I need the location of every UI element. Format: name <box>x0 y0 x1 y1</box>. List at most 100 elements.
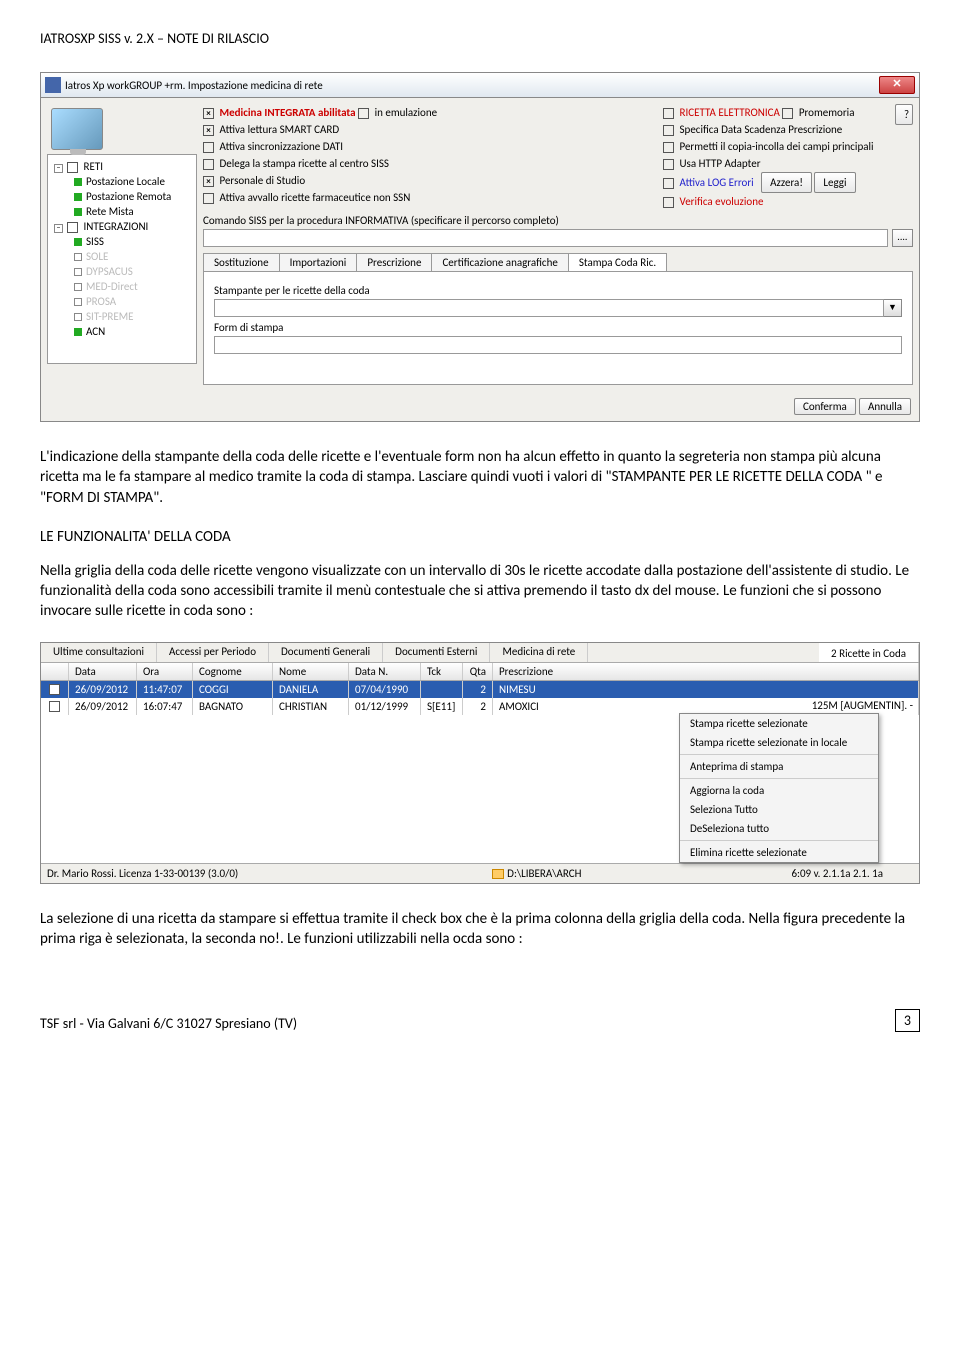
gtab-coda[interactable]: 2 Ricette in Coda <box>819 643 919 662</box>
gtab-docest[interactable]: Documenti Esterni <box>383 643 490 662</box>
cm-stampa-sel[interactable]: Stampa ricette selezionate <box>680 714 878 733</box>
cell: 2 <box>463 681 493 698</box>
col-qta: Qta <box>463 663 493 680</box>
cell: S[E11] <box>421 698 463 715</box>
cell: 26/09/2012 <box>69 698 137 715</box>
tab-importazioni[interactable]: Importazioni <box>279 253 358 271</box>
heading-funzionalita: LE FUNZIONALITA' DELLA CODA <box>40 528 920 546</box>
cmd-input[interactable] <box>203 229 888 247</box>
checkbox-icon[interactable] <box>663 197 674 208</box>
chevron-down-icon[interactable]: ▼ <box>884 299 902 317</box>
checkbox-icon[interactable] <box>203 108 214 119</box>
tree-item[interactable]: SISS <box>86 235 104 248</box>
col-nome: Nome <box>273 663 349 680</box>
opt-copiaincolla: Permetti il copia-incolla dei campi prin… <box>680 140 874 153</box>
checkbox-icon[interactable] <box>663 178 674 189</box>
col-data: Data <box>69 663 137 680</box>
cell: 01/12/1999 <box>349 698 421 715</box>
tree-item[interactable]: DYPSACUS <box>86 265 133 278</box>
cell: 16:07:47 <box>137 698 193 715</box>
tree-item[interactable]: Postazione Remota <box>86 190 171 203</box>
tree-integrazioni[interactable]: INTEGRAZIONI <box>84 220 149 233</box>
checkbox-icon[interactable] <box>663 159 674 170</box>
leggi-button[interactable]: Leggi <box>814 172 855 193</box>
cell: NIMESU <box>493 681 919 698</box>
help-button[interactable]: ? <box>895 104 913 125</box>
opt-personale: Personale di Studio <box>220 174 306 187</box>
tree-item[interactable]: Postazione Locale <box>86 175 165 188</box>
checkbox-icon[interactable] <box>203 142 214 153</box>
tree-item[interactable]: Rete Mista <box>86 205 134 218</box>
opt-delega: Delega la stampa ricette al centro SISS <box>220 157 389 170</box>
form-input[interactable] <box>214 336 902 354</box>
opt-avvallo: Attiva avvallo ricette farmaceutice non … <box>220 191 411 204</box>
opt-log: Attiva LOG Errori <box>680 176 754 189</box>
row-checkbox[interactable] <box>49 701 60 712</box>
table-row[interactable]: 26/09/2012 11:47:07 COGGI DANIELA 07/04/… <box>41 681 919 698</box>
tree-item[interactable]: MED-Direct <box>86 280 138 293</box>
cell: 2 <box>463 698 493 715</box>
checkbox-icon[interactable] <box>663 142 674 153</box>
cell: BAGNATO <box>193 698 273 715</box>
cm-elimina[interactable]: Elimina ricette selezionate <box>680 843 878 862</box>
cell: DANIELA <box>273 681 349 698</box>
annulla-button[interactable]: Annulla <box>859 398 911 415</box>
opt-verifica: Verifica evoluzione <box>680 195 764 208</box>
monitor-icon <box>51 108 103 150</box>
settings-dialog: Iatros Xp workGROUP +rm. Impostazione me… <box>40 72 920 422</box>
tree-item[interactable]: SOLE <box>86 250 108 263</box>
row-checkbox[interactable] <box>49 684 60 695</box>
cell: CHRISTIAN <box>273 698 349 715</box>
checkbox-icon[interactable] <box>203 193 214 204</box>
folder-icon <box>492 869 504 879</box>
cell: AMOXICI <box>499 700 539 713</box>
tree-item[interactable]: PROSA <box>86 295 116 308</box>
checkbox-icon[interactable] <box>67 222 78 233</box>
cell-tail: 125M [AUGMENTIN]. - <box>812 699 913 712</box>
tree-item[interactable]: SIT-PREME <box>86 310 134 323</box>
close-icon[interactable]: ✕ <box>879 76 915 94</box>
footer-text: TSF srl - Via Galvani 6/C 31027 Spresian… <box>40 1015 297 1032</box>
azzera-button[interactable]: Azzera! <box>761 172 812 193</box>
gtab-docgen[interactable]: Documenti Generali <box>269 643 383 662</box>
gtab-accessi[interactable]: Accessi per Periodo <box>157 643 269 662</box>
paragraph-2: Nella griglia della coda delle ricette v… <box>40 561 920 622</box>
checkbox-icon[interactable] <box>203 176 214 187</box>
checkbox-icon[interactable] <box>358 108 369 119</box>
cm-seltutto[interactable]: Seleziona Tutto <box>680 800 878 819</box>
settings-tabs: Sostituzione Importazioni Prescrizione C… <box>203 253 913 271</box>
queue-grid-area: Ultime consultazioni Accessi per Periodo… <box>40 642 920 884</box>
tab-sostituzione[interactable]: Sostituzione <box>203 253 280 271</box>
col-prescrizione: Prescrizione <box>493 663 919 680</box>
checkbox-icon[interactable] <box>203 159 214 170</box>
cm-deseltutto[interactable]: DeSeleziona tutto <box>680 819 878 838</box>
tab-stampa-coda[interactable]: Stampa Coda Ric. <box>568 253 667 271</box>
checkbox-icon[interactable] <box>663 125 674 136</box>
checkbox-icon[interactable] <box>67 162 78 173</box>
checkbox-icon[interactable] <box>203 125 214 136</box>
opt-http: Usa HTTP Adapter <box>680 157 761 170</box>
conferma-button[interactable]: Conferma <box>794 398 856 415</box>
checkbox-icon[interactable] <box>782 108 793 119</box>
cell: 07/04/1990 <box>349 681 421 698</box>
opt-sync: Attiva sincronizzazione DATI <box>220 140 344 153</box>
cmd-label: Comando SISS per la procedura INFORMATIV… <box>203 214 913 227</box>
gtab-medrete[interactable]: Medicina di rete <box>490 643 588 662</box>
cm-aggiorna[interactable]: Aggiorna la coda <box>680 781 878 800</box>
tree-item[interactable]: ACN <box>86 325 105 338</box>
tab-certificazione[interactable]: Certificazione anagrafiche <box>431 253 568 271</box>
cell <box>421 681 463 698</box>
gtab-ultime[interactable]: Ultime consultazioni <box>41 643 157 662</box>
titlebar: Iatros Xp workGROUP +rm. Impostazione me… <box>41 73 919 98</box>
page-header: IATROSXP SISS v. 2.X – NOTE DI RILASCIO <box>40 30 920 47</box>
app-icon <box>45 77 61 93</box>
cm-anteprima[interactable]: Anteprima di stampa <box>680 757 878 776</box>
browse-button[interactable]: .... <box>892 229 913 247</box>
cell: 26/09/2012 <box>69 681 137 698</box>
checkbox-icon[interactable] <box>663 108 674 119</box>
settings-tree[interactable]: − RETI Postazione Locale Postazione Remo… <box>47 154 197 364</box>
tree-reti[interactable]: RETI <box>84 160 103 173</box>
printer-input[interactable] <box>214 299 884 317</box>
cm-stampa-loc[interactable]: Stampa ricette selezionate in locale <box>680 733 878 752</box>
tab-prescrizione[interactable]: Prescrizione <box>356 253 432 271</box>
